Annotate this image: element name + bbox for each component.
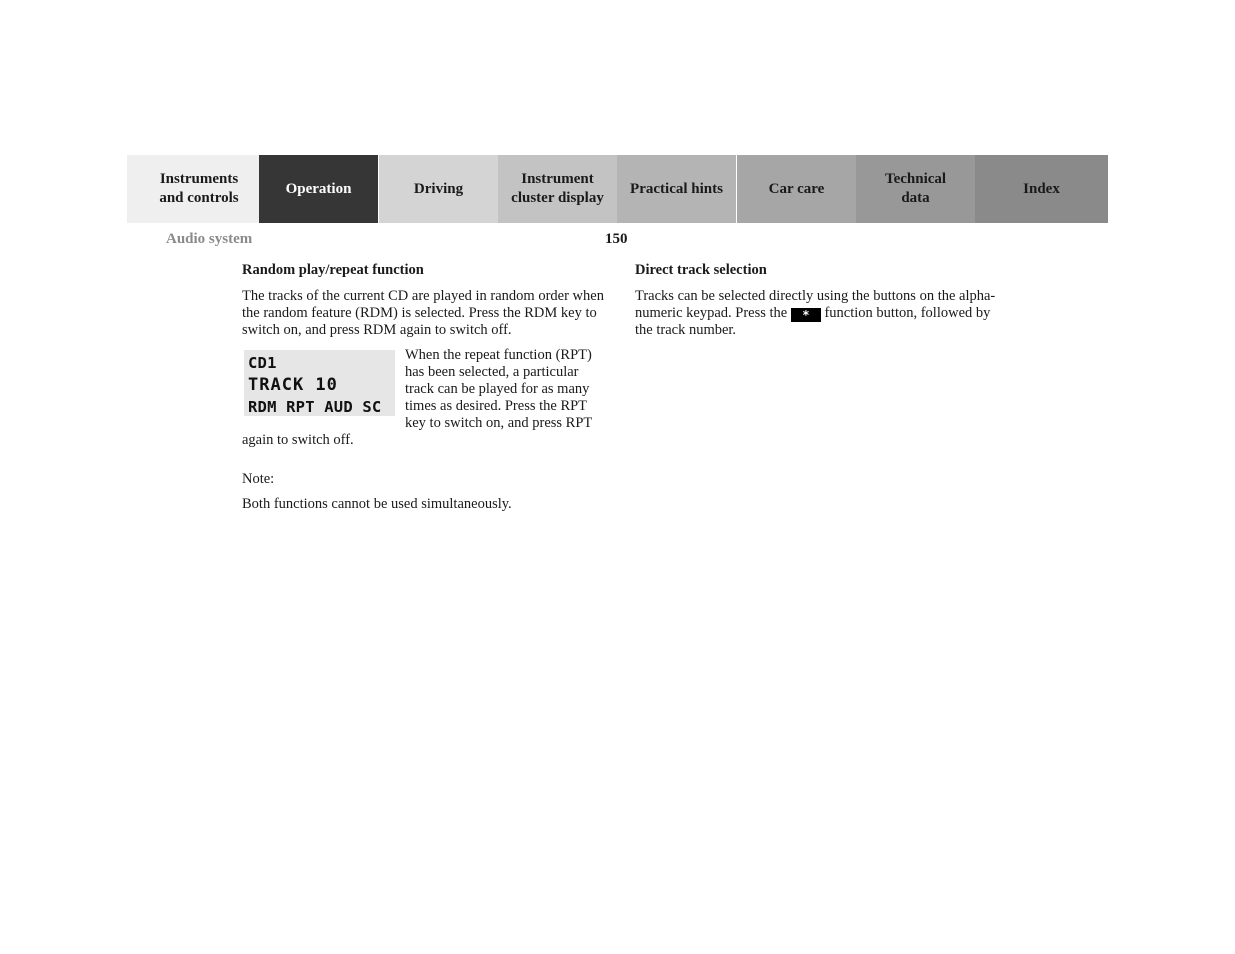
tab-driving[interactable]: Driving xyxy=(379,155,498,223)
tab-practical-hints[interactable]: Practical hints xyxy=(617,155,736,223)
tab-operation[interactable]: Operation xyxy=(259,155,378,223)
right-column: Direct track selection Tracks can be sel… xyxy=(635,262,997,347)
left-column: Random play/repeat function The tracks o… xyxy=(242,262,604,521)
random-repeat-heading: Random play/repeat function xyxy=(242,262,424,278)
note-label: Note: xyxy=(242,471,275,487)
page-number: 150 xyxy=(605,231,628,247)
chapter-tab-bar: Instruments and controls Operation Drivi… xyxy=(127,155,1108,223)
random-play-paragraph: The tracks of the current CD are played … xyxy=(242,288,604,338)
note-text: Both functions cannot be used simultaneo… xyxy=(242,496,512,512)
display-line-1: CD1 xyxy=(248,354,277,372)
section-label: Audio system xyxy=(166,231,253,247)
tab-technical-data[interactable]: Technical data xyxy=(856,155,975,223)
display-line-3: RDM RPT AUD SC xyxy=(248,398,382,416)
direct-track-heading: Direct track selection xyxy=(635,262,767,278)
radio-display-illustration: CD1 TRACK 10 RDM RPT AUD SC xyxy=(244,350,395,416)
tab-car-care[interactable]: Car care xyxy=(737,155,856,223)
direct-track-paragraph: Tracks can be selected directly using th… xyxy=(635,288,997,339)
tab-instruments-and-controls[interactable]: Instruments and controls xyxy=(127,155,259,223)
star-key-icon: * xyxy=(790,308,821,322)
display-line-2: TRACK 10 xyxy=(248,375,338,395)
tab-instrument-cluster-display[interactable]: Instrument cluster display xyxy=(498,155,617,223)
tab-index[interactable]: Index xyxy=(975,155,1108,223)
